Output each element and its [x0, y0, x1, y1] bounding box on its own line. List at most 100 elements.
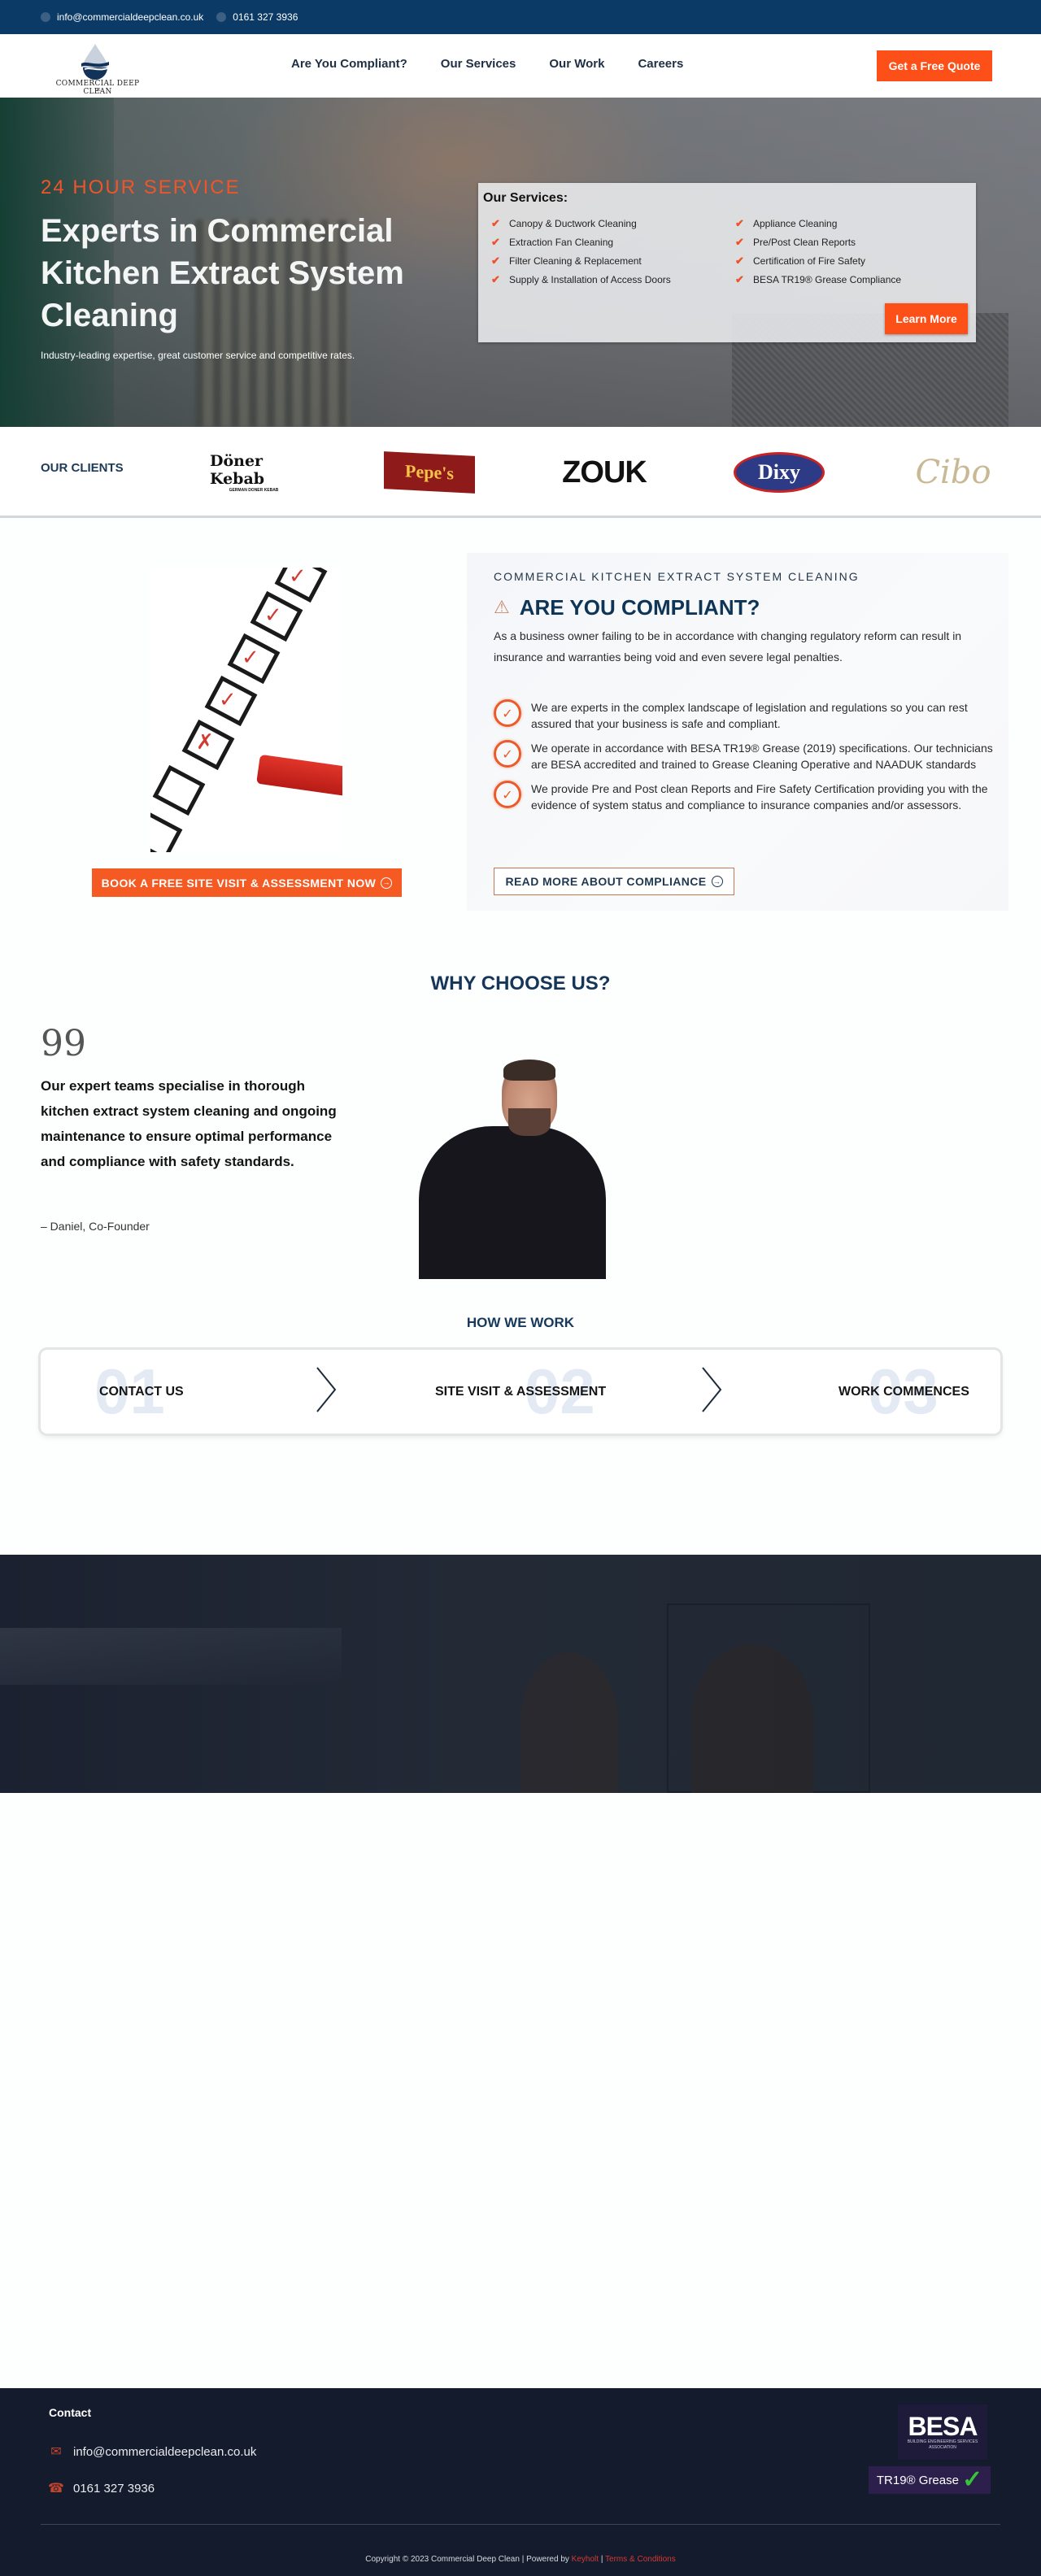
check-icon: ✔: [491, 273, 500, 285]
hero-title: Experts in Commercial Kitchen Extract Sy…: [41, 213, 404, 333]
footer-email-text: info@commercialdeepclean.co.uk: [73, 2444, 257, 2459]
red-cross-icon: ✗: [196, 730, 214, 755]
step-contact-us: 01 CONTACT US: [94, 1350, 184, 1434]
compliance-point: ✓ We are experts in the complex landscap…: [494, 699, 998, 732]
service-item: ✔ Pre/Post Clean Reports: [735, 236, 901, 249]
get-free-quote-button[interactable]: Get a Free Quote: [877, 50, 992, 81]
compliance-heading: ⚠ ARE YOU COMPLIANT?: [494, 595, 760, 620]
arrow-circle-icon: →: [381, 877, 393, 889]
footer-phone-text: 0161 327 3936: [73, 2481, 155, 2496]
red-check-icon: ✓: [219, 688, 237, 712]
hero-section: 24 HOUR SERVICE Experts in Commercial Ki…: [0, 98, 1041, 427]
step-site-visit: 02 SITE VISIT & ASSESSMENT: [435, 1350, 606, 1434]
red-pen: [256, 754, 342, 798]
testimonial-quote: Our expert teams specialise in thorough …: [41, 1078, 337, 1169]
nav-our-work[interactable]: Our Work: [549, 57, 604, 71]
compliance-point-text: We provide Pre and Post clean Reports an…: [531, 782, 988, 812]
client-logo-text: Döner Kebab: [210, 452, 265, 488]
service-item: ✔ Filter Cleaning & Replacement: [491, 255, 671, 268]
step-label: WORK COMMENCES: [838, 1384, 969, 1399]
client-logo-cibo: Cibo: [915, 454, 991, 491]
phone-icon: [216, 12, 227, 22]
service-item: ✔ Canopy & Ductwork Cleaning: [491, 217, 671, 230]
book-site-visit-label: BOOK A FREE SITE VISIT & ASSESSMENT NOW: [101, 876, 377, 890]
topbar-phone[interactable]: 0161 327 3936: [216, 11, 298, 23]
step-label: SITE VISIT & ASSESSMENT: [435, 1384, 607, 1399]
learn-more-button[interactable]: Learn More: [885, 303, 968, 334]
compliance-point: ✓ We operate in accordance with BESA TR1…: [494, 740, 998, 772]
footer-divider: [41, 2524, 1000, 2525]
service-label: Pre/Post Clean Reports: [753, 237, 856, 248]
red-check-icon: ✓: [242, 646, 259, 670]
check-icon: ✔: [735, 255, 744, 267]
checkbox-drawing: [150, 810, 183, 852]
footer-phone[interactable]: ☎ 0161 327 3936: [48, 2480, 155, 2496]
compliance-points: ✓ We are experts in the complex landscap…: [494, 699, 998, 813]
client-logo-subtext: GERMAN DONER KEBAB: [229, 488, 279, 493]
banner-bg-person: [691, 1644, 813, 1793]
hero-tagline: 24 HOUR SERVICE: [41, 176, 241, 198]
services-card: Our Services: ✔ Canopy & Ductwork Cleanin…: [478, 183, 976, 342]
kitchen-image-banner: [0, 1555, 1041, 1793]
topbar-email[interactable]: info@commercialdeepclean.co.uk: [41, 11, 203, 23]
service-label: Filter Cleaning & Replacement: [509, 255, 642, 267]
tr19-badge-text: TR19® Grease: [876, 2473, 959, 2487]
footer-email[interactable]: ✉ info@commercialdeepclean.co.uk: [49, 2443, 256, 2460]
service-item: ✔ Certification of Fire Safety: [735, 255, 901, 268]
service-item: ✔ Supply & Installation of Access Doors: [491, 273, 671, 286]
copyright-separator: |: [600, 2555, 603, 2564]
compliance-point-text: We operate in accordance with BESA TR19®…: [531, 742, 993, 771]
check-circle-icon: ✓: [494, 781, 521, 808]
client-logo-doner-kebab: Döner Kebab GERMAN DONER KEBAB: [210, 450, 298, 495]
step-work-commences: 03 WORK COMMENCES: [838, 1350, 969, 1434]
nav-careers[interactable]: Careers: [638, 57, 683, 71]
chevron-right-icon: [702, 1367, 722, 1412]
mail-icon: ✉: [50, 2445, 62, 2459]
hero-subtitle: Industry-leading expertise, great custom…: [41, 350, 355, 361]
site-footer: Contact ✉ info@commercialdeepclean.co.uk…: [0, 2388, 1041, 2576]
service-label: Extraction Fan Cleaning: [509, 237, 614, 248]
founder-beard: [508, 1108, 551, 1136]
terms-link[interactable]: Terms & Conditions: [605, 2555, 676, 2564]
service-label: Supply & Installation of Access Doors: [509, 274, 671, 285]
check-icon: ✔: [735, 273, 744, 285]
quote-icon: 99: [41, 1023, 86, 1064]
tr19-grease-badge: TR19® Grease ✓: [869, 2466, 991, 2494]
why-choose-us-title: WHY CHOOSE US?: [430, 973, 611, 994]
nav-our-services[interactable]: Our Services: [441, 57, 516, 71]
services-list-left: ✔ Canopy & Ductwork Cleaning ✔ Extraction …: [491, 217, 671, 286]
besa-logo: BESA BUILDING ENGINEERING SERVICES ASSOC…: [898, 2404, 987, 2460]
phone-icon: ☎: [48, 2482, 64, 2496]
service-item: ✔ BESA TR19® Grease Compliance: [735, 273, 901, 286]
compliance-panel: COMMERCIAL KITCHEN EXTRACT SYSTEM CLEANI…: [467, 553, 1008, 911]
nav-are-you-compliant[interactable]: Are You Compliant?: [291, 57, 407, 71]
compliance-intro: As a business owner failing to be in acc…: [494, 629, 962, 664]
service-item: ✔ Extraction Fan Cleaning: [491, 236, 671, 249]
step-label: CONTACT US: [99, 1384, 184, 1399]
service-label: Appliance Cleaning: [753, 218, 838, 229]
copyright-text: Copyright © 2023 Commercial Deep Clean |…: [365, 2555, 569, 2564]
check-icon: ✔: [491, 217, 500, 229]
compliance-kicker: COMMERCIAL KITCHEN EXTRACT SYSTEM CLEANI…: [494, 570, 860, 583]
copyright-line: Copyright © 2023 Commercial Deep Clean |…: [0, 2555, 1041, 2564]
clients-strip: OUR CLIENTS Döner Kebab GERMAN DONER KEB…: [0, 427, 1041, 518]
logo[interactable]: COMMERCIAL DEEP CLEAN UK: [42, 42, 153, 96]
read-more-label: READ MORE ABOUT COMPLIANCE: [505, 875, 707, 888]
service-item: ✔ Appliance Cleaning: [735, 217, 901, 230]
top-contact-bar: info@commercialdeepclean.co.uk 0161 327 …: [0, 0, 1041, 34]
book-site-visit-button[interactable]: BOOK A FREE SITE VISIT & ASSESSMENT NOW …: [92, 868, 402, 897]
topbar-email-text: info@commercialdeepclean.co.uk: [57, 11, 204, 23]
powered-by-link[interactable]: Keyholt: [572, 2555, 599, 2564]
checklist-image: ✓ ✓ ✓ ✓ ✗: [150, 568, 342, 852]
service-label: BESA TR19® Grease Compliance: [753, 274, 902, 285]
read-more-compliance-button[interactable]: READ MORE ABOUT COMPLIANCE →: [494, 868, 734, 895]
checkbox-drawing: [152, 764, 206, 816]
check-icon: ✔: [735, 217, 744, 229]
check-icon: ✔: [735, 236, 744, 248]
compliance-point: ✓ We provide Pre and Post clean Reports …: [494, 781, 998, 813]
footer-contact-title: Contact: [49, 2406, 92, 2419]
site-header: COMMERCIAL DEEP CLEAN UK Are You Complia…: [0, 34, 1041, 98]
check-icon: ✔: [491, 255, 500, 267]
arrow-circle-icon: →: [711, 876, 723, 887]
red-check-icon: ✓: [264, 603, 282, 628]
